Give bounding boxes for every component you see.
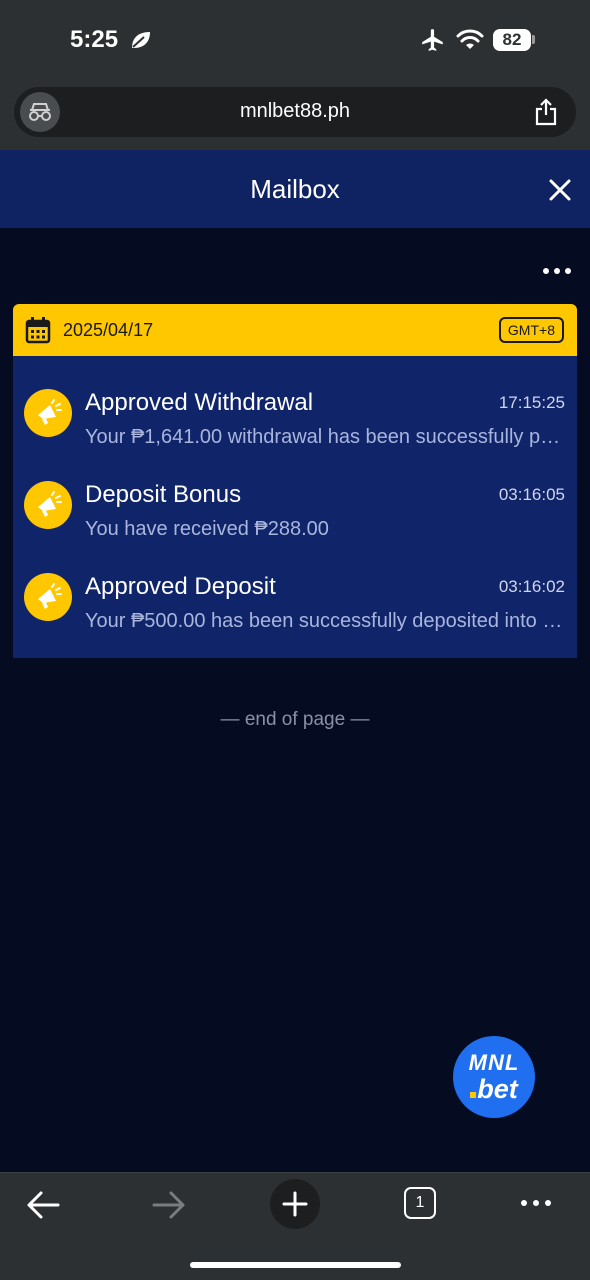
- timezone-badge: GMT+8: [498, 317, 564, 343]
- address-bar[interactable]: mnlbet88.ph: [14, 87, 576, 137]
- message-item[interactable]: Approved Withdrawal 17:15:25 Your ₱1,641…: [13, 376, 577, 468]
- home-indicator[interactable]: [190, 1262, 401, 1268]
- end-of-page-note: — end of page —: [220, 709, 370, 730]
- tabs-button[interactable]: 1: [404, 1187, 436, 1219]
- status-time: 5:25: [70, 26, 119, 53]
- message-preview: Your ₱500.00 has been successfully depos…: [85, 610, 565, 632]
- share-icon[interactable]: [534, 98, 558, 126]
- megaphone-icon: [24, 389, 72, 437]
- message-time: 03:16:02: [498, 577, 565, 596]
- browser-address-area: mnlbet88.ph: [0, 82, 590, 150]
- message-item[interactable]: Deposit Bonus 03:16:05 You have received…: [13, 468, 577, 560]
- date-label: 2025/04/17: [63, 320, 154, 340]
- logo-top-text: MNL: [468, 1050, 520, 1075]
- airplane-icon: [422, 29, 443, 51]
- end-of-page-text: end of page: [244, 709, 346, 730]
- more-options-icon[interactable]: [540, 264, 574, 278]
- status-bar: 5:25 82: [0, 0, 590, 82]
- leaf-icon: [132, 32, 150, 48]
- mnlbet-logo-button[interactable]: MNL bet: [453, 1036, 535, 1118]
- calendar-icon: [25, 317, 51, 344]
- logo-bottom-text: bet: [477, 1074, 518, 1104]
- message-list: Approved Withdrawal 17:15:25 Your ₱1,641…: [13, 356, 577, 658]
- message-title: Approved Withdrawal: [85, 389, 314, 416]
- message-item[interactable]: Approved Deposit 03:16:02 Your ₱500.00 h…: [13, 560, 577, 652]
- logo-bottom: bet: [453, 1074, 535, 1105]
- message-title: Deposit Bonus: [85, 481, 242, 508]
- message-time: 03:16:05: [498, 485, 565, 504]
- battery-icon: 82: [493, 29, 531, 51]
- date-group-header: 2025/04/17 GMT+8: [13, 304, 577, 356]
- message-preview: Your ₱1,641.00 withdrawal has been succe…: [85, 426, 565, 448]
- forward-arrow-icon[interactable]: [152, 1190, 186, 1220]
- mailbox-header: Mailbox: [0, 150, 590, 228]
- new-tab-button[interactable]: [270, 1179, 320, 1229]
- message-time: 17:15:25: [498, 393, 565, 412]
- message-title: Approved Deposit: [85, 573, 276, 600]
- page-title: Mailbox: [250, 174, 340, 204]
- plus-icon: [282, 1191, 308, 1217]
- message-preview: You have received ₱288.00: [85, 518, 329, 540]
- logo-dot: [470, 1092, 477, 1098]
- megaphone-icon: [24, 481, 72, 529]
- close-icon[interactable]: [548, 178, 572, 202]
- url-text[interactable]: mnlbet88.ph: [14, 100, 576, 123]
- megaphone-icon: [24, 573, 72, 621]
- back-arrow-icon[interactable]: [26, 1190, 60, 1220]
- wifi-icon: [456, 29, 484, 49]
- more-menu-icon[interactable]: [520, 1198, 552, 1208]
- battery-cap: [532, 35, 535, 44]
